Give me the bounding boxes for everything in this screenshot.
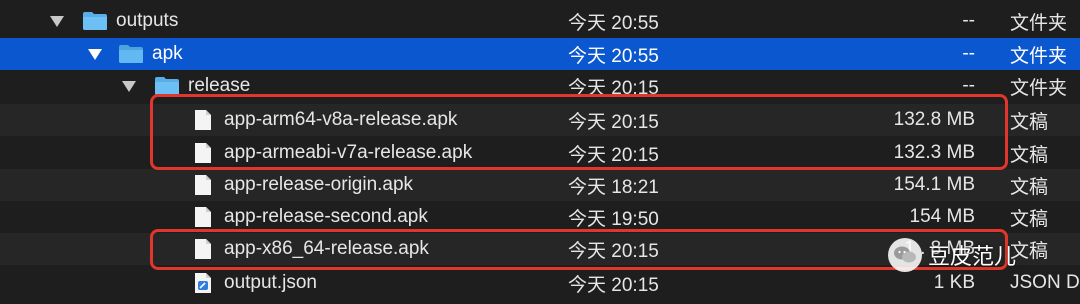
document-icon [195, 175, 211, 195]
file-kind: JSON D [1010, 272, 1080, 293]
folder-row-apk[interactable]: apk 今天 20:55 -- 文件夹 [0, 38, 1080, 70]
file-size: 1 KB [933, 272, 975, 293]
annotation-box-arm-apks [150, 94, 1008, 170]
file-size: -- [962, 10, 975, 31]
folder-icon [119, 45, 143, 63]
wechat-logo-icon [888, 238, 922, 272]
file-kind: 文稿 [1010, 208, 1049, 230]
date-modified: 今天 20:55 [568, 45, 659, 67]
disclosure-expanded-icon[interactable] [122, 81, 136, 92]
file-size: 154 MB [909, 206, 975, 227]
file-row[interactable]: app-release-origin.apk 今天 18:21 154.1 MB… [0, 169, 1080, 201]
file-kind: 文件夹 [1010, 77, 1068, 99]
file-kind: 文稿 [1010, 176, 1049, 198]
file-kind: 文稿 [1010, 144, 1049, 166]
date-modified: 今天 20:15 [568, 274, 659, 296]
annotation-box-x86-apk [150, 229, 1008, 270]
date-modified: 今天 19:50 [568, 208, 659, 230]
file-kind: 文件夹 [1010, 12, 1068, 34]
file-name: outputs [116, 10, 179, 31]
file-name: output.json [224, 272, 317, 293]
file-name: app-release-origin.apk [224, 174, 414, 195]
folder-icon [83, 12, 107, 30]
file-name: app-release-second.apk [224, 206, 428, 227]
disclosure-expanded-icon[interactable] [88, 49, 102, 60]
file-size: -- [962, 43, 975, 64]
file-name: apk [152, 43, 183, 64]
json-file-icon [195, 273, 211, 293]
file-kind: 文件夹 [1010, 45, 1068, 67]
file-size: 154.1 MB [893, 174, 975, 195]
wechat-watermark: 豆皮范儿 [888, 238, 1016, 272]
date-modified: 今天 20:55 [568, 12, 659, 34]
folder-icon [155, 77, 179, 95]
document-icon [195, 207, 211, 227]
folder-row-outputs[interactable]: outputs 今天 20:55 -- 文件夹 [0, 5, 1080, 37]
watermark-text: 豆皮范儿 [928, 245, 1017, 270]
date-modified: 今天 18:21 [568, 176, 659, 198]
disclosure-expanded-icon[interactable] [50, 16, 64, 27]
file-kind: 文稿 [1010, 111, 1049, 133]
